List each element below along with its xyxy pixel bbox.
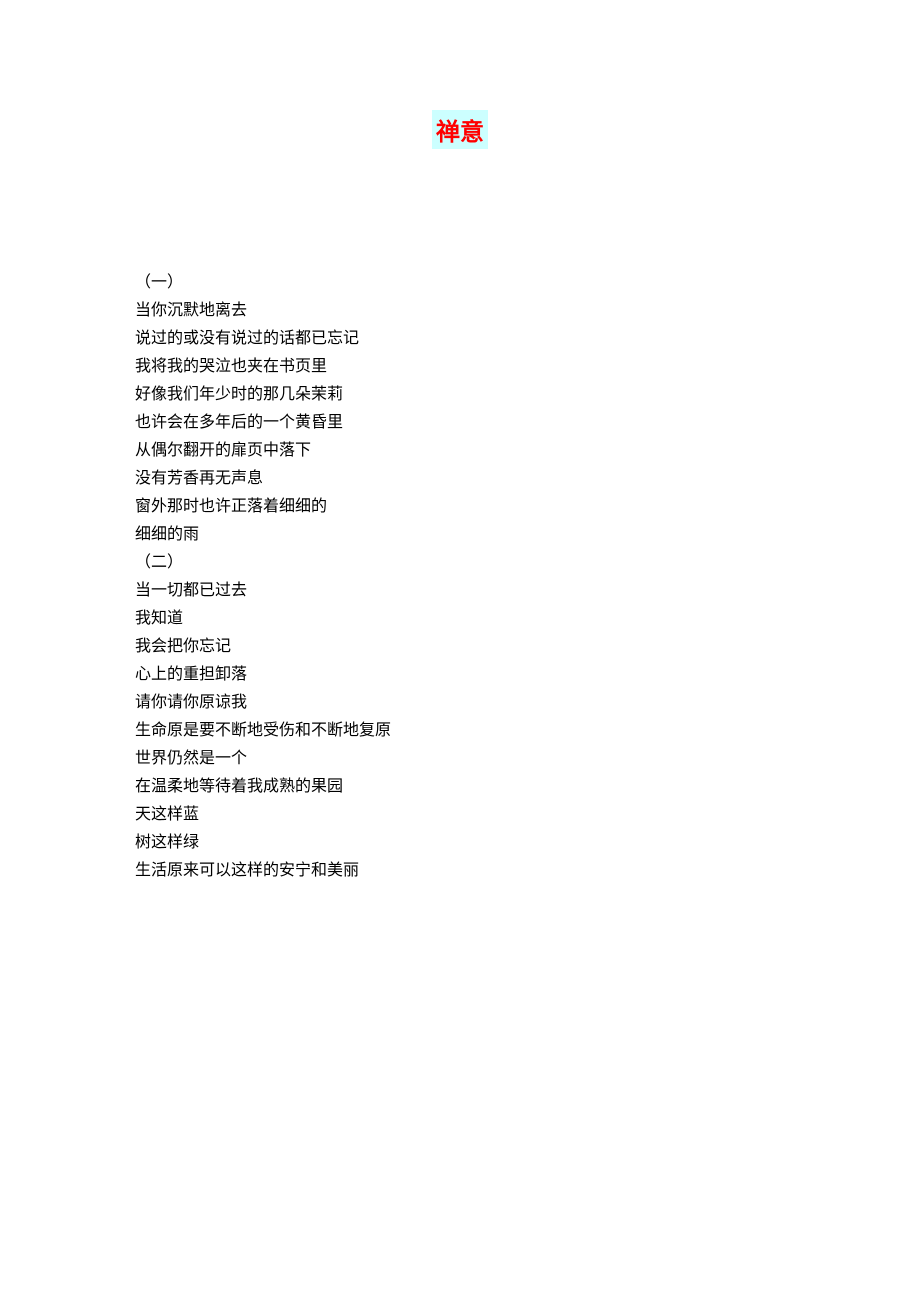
poem-line: 好像我们年少时的那几朵茉莉 — [135, 381, 785, 409]
poem-line: 天这样蓝 — [135, 801, 785, 829]
poem-line: （一） — [135, 269, 785, 297]
poem-line: 没有芳香再无声息 — [135, 465, 785, 493]
title-wrapper: 禅意 — [135, 110, 785, 209]
poem-line: （二） — [135, 549, 785, 577]
poem-line: 也许会在多年后的一个黄昏里 — [135, 409, 785, 437]
poem-line: 当你沉默地离去 — [135, 297, 785, 325]
poem-line: 生活原来可以这样的安宁和美丽 — [135, 857, 785, 885]
poem-line: 我知道 — [135, 605, 785, 633]
poem-line: 心上的重担卸落 — [135, 661, 785, 689]
poem-line: 请你请你原谅我 — [135, 689, 785, 717]
poem-line: 树这样绿 — [135, 829, 785, 857]
poem-line: 我会把你忘记 — [135, 633, 785, 661]
poem-line: 细细的雨 — [135, 521, 785, 549]
poem-line: 从偶尔翻开的扉页中落下 — [135, 437, 785, 465]
poem-body: （一） 当你沉默地离去 说过的或没有说过的话都已忘记 我将我的哭泣也夹在书页里 … — [135, 269, 785, 885]
poem-line: 当一切都已过去 — [135, 577, 785, 605]
poem-line: 我将我的哭泣也夹在书页里 — [135, 353, 785, 381]
poem-line: 说过的或没有说过的话都已忘记 — [135, 325, 785, 353]
document-title: 禅意 — [432, 110, 488, 149]
poem-line: 世界仍然是一个 — [135, 745, 785, 773]
poem-line: 窗外那时也许正落着细细的 — [135, 493, 785, 521]
poem-line: 生命原是要不断地受伤和不断地复原 — [135, 717, 785, 745]
poem-line: 在温柔地等待着我成熟的果园 — [135, 773, 785, 801]
